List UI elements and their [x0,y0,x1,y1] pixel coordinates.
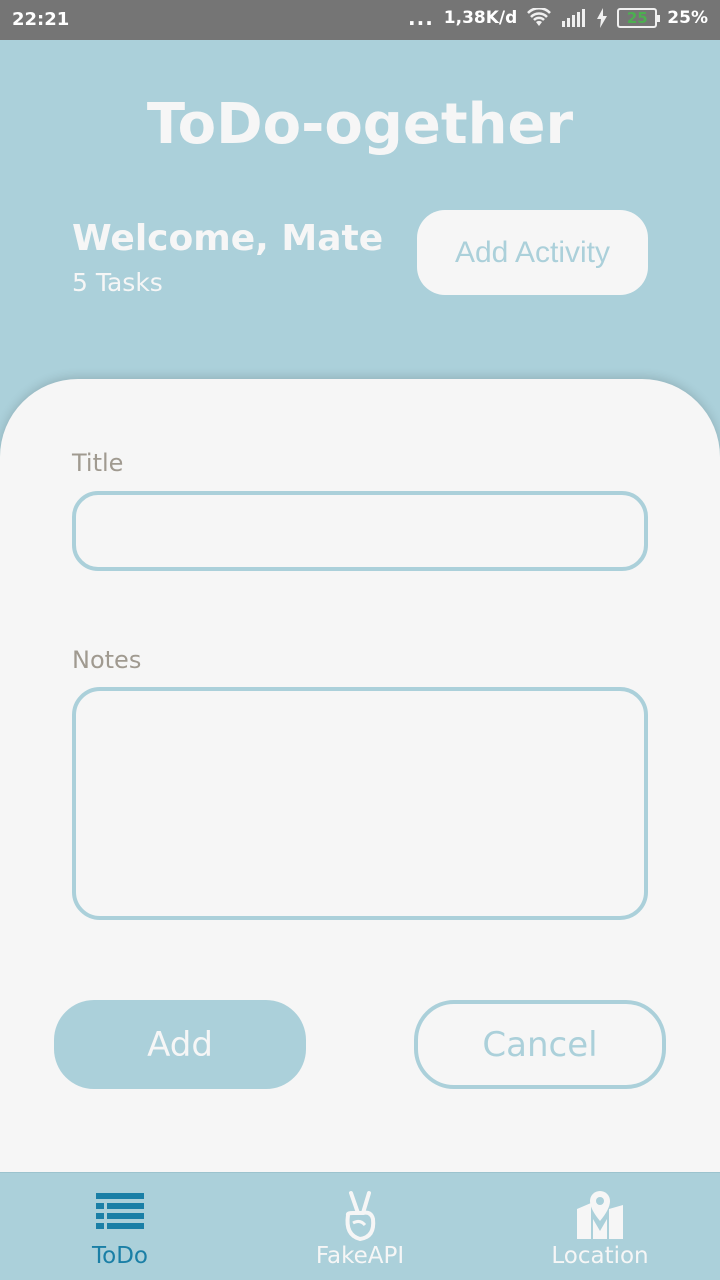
cancel-button[interactable]: Cancel [414,1000,666,1089]
task-count: 5 Tasks [72,268,163,297]
map-pin-icon [577,1191,623,1239]
peace-hand-icon [345,1191,376,1242]
app-title: ToDo-ogether [146,92,574,157]
add-button[interactable]: Add [54,1000,306,1089]
status-time: 22:21 [12,9,70,30]
wifi-icon [527,8,552,26]
status-indicators: ... 1,38K/d 25 25% [408,8,708,28]
battery-percent: 25% [667,8,708,28]
notes-label: Notes [72,646,142,674]
nav-item-location[interactable]: Location [480,1173,720,1280]
battery-icon: 25 [617,8,661,28]
nav-label-todo: ToDo [92,1243,148,1269]
bottom-navigation: ToDo FakeAPI Location [0,1172,720,1280]
network-speed: 1,38K/d [443,8,518,28]
nav-item-todo[interactable]: ToDo [0,1173,240,1280]
nav-label-location: Location [551,1243,649,1269]
notes-input[interactable] [72,687,648,920]
add-activity-button[interactable]: Add Activity [417,210,648,295]
welcome-text: Welcome, Mate [72,218,384,259]
charging-bolt-icon [597,8,608,28]
signal-icon [562,9,586,27]
title-label: Title [72,449,124,477]
nav-label-fakeapi: FakeAPI [315,1243,405,1269]
title-input[interactable] [72,491,648,571]
status-bar: 22:21 ... 1,38K/d 25 25% [0,0,720,40]
list-icon [96,1193,144,1229]
nav-item-fakeapi[interactable]: FakeAPI [240,1173,480,1280]
more-dots-icon: ... [408,6,434,30]
